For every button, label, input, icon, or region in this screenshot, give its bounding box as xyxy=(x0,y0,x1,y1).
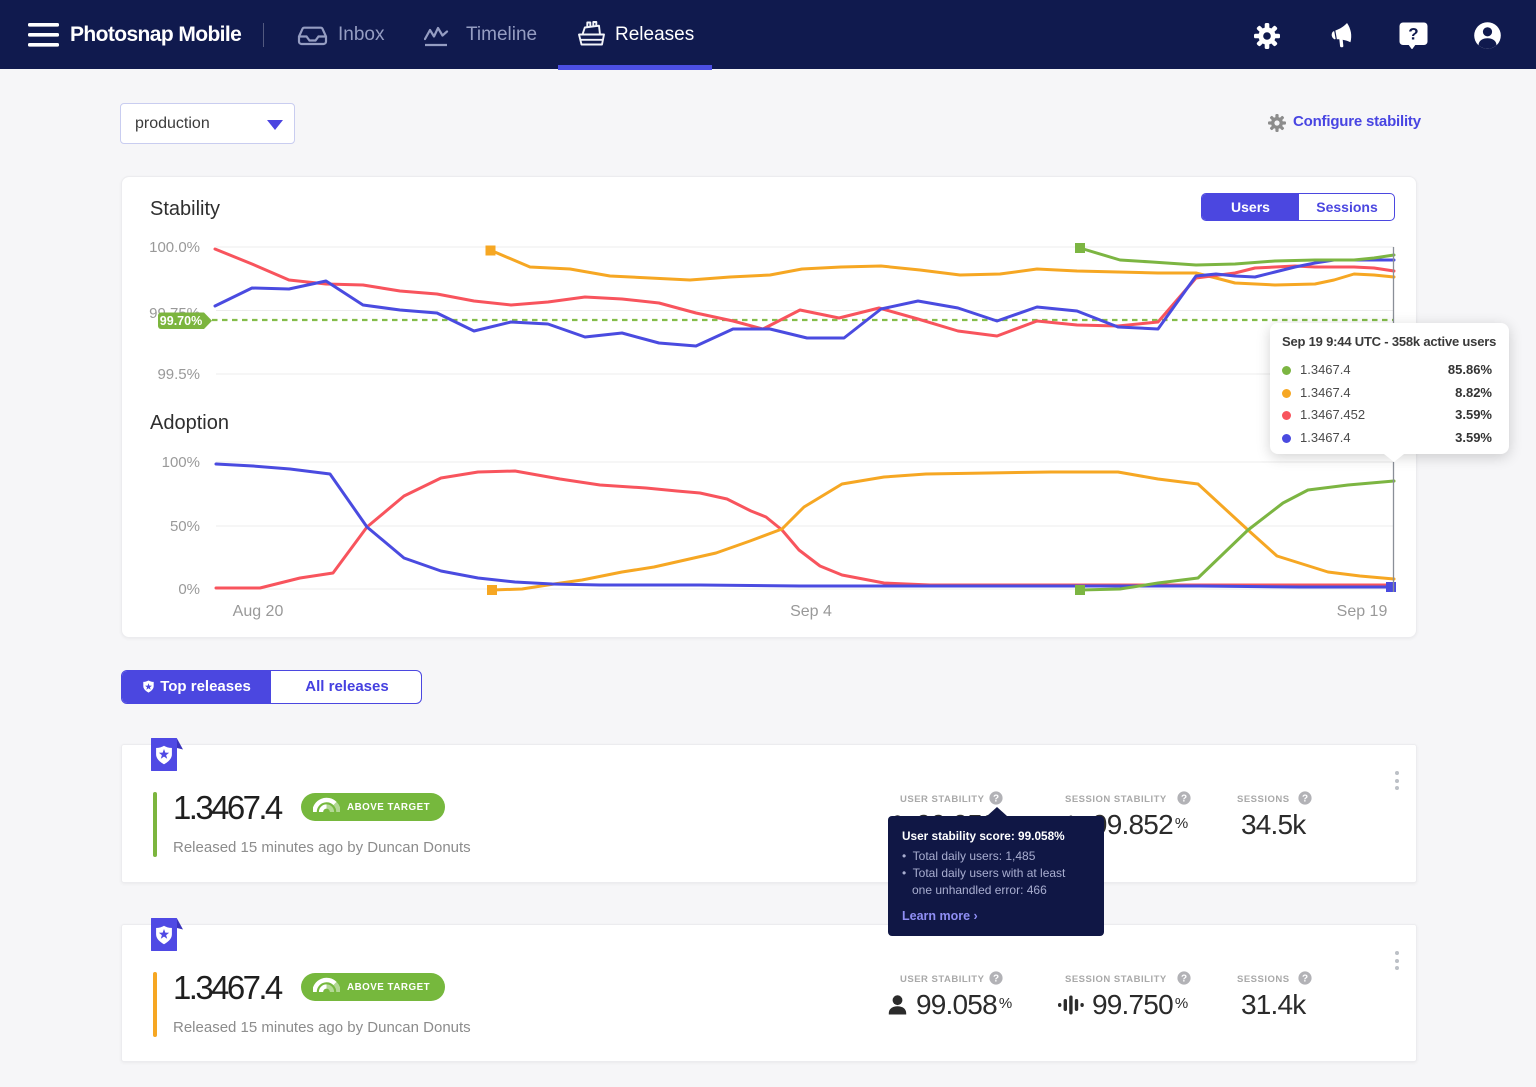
svg-text:?: ? xyxy=(1302,794,1308,805)
svg-text:?: ? xyxy=(993,974,999,985)
svg-text:?: ? xyxy=(1408,25,1418,44)
svg-text:?: ? xyxy=(1302,974,1308,985)
svg-text:?: ? xyxy=(1181,974,1187,985)
svg-text:?: ? xyxy=(1181,794,1187,805)
svg-text:?: ? xyxy=(993,794,999,805)
